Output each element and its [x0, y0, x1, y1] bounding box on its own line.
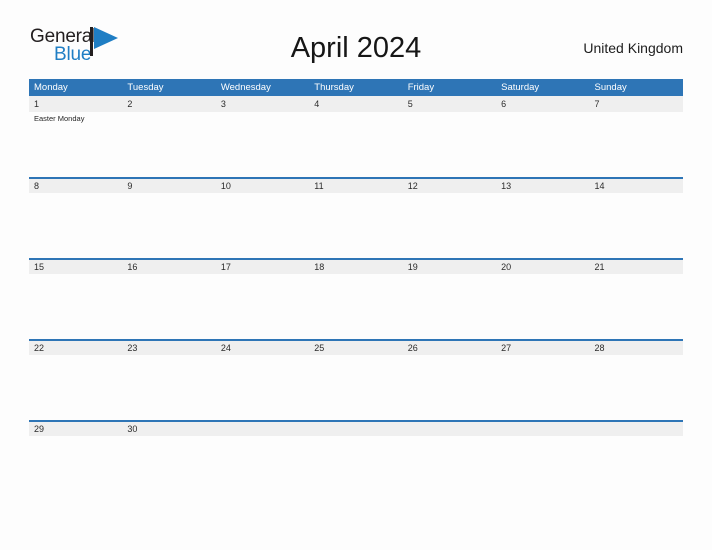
day-number[interactable]: 28	[590, 341, 683, 355]
week-date-band: 15 16 17 18 19 20 21	[29, 258, 683, 274]
day-cell[interactable]	[403, 355, 496, 420]
weekday-header-row: Monday Tuesday Wednesday Thursday Friday…	[29, 79, 683, 96]
week-row: 8 9 10 11 12 13 14	[29, 177, 683, 258]
day-cell[interactable]	[403, 436, 496, 501]
day-cell[interactable]	[29, 355, 122, 420]
day-cell[interactable]	[309, 193, 402, 258]
day-number[interactable]: 17	[216, 260, 309, 274]
day-cell[interactable]	[403, 274, 496, 339]
day-cell[interactable]	[216, 274, 309, 339]
day-number[interactable]: 29	[29, 422, 122, 436]
week-events-band	[29, 355, 683, 420]
day-cell[interactable]	[29, 193, 122, 258]
week-row: 29 30	[29, 420, 683, 501]
day-cell[interactable]	[29, 274, 122, 339]
day-cell[interactable]	[122, 436, 215, 501]
week-events-band	[29, 274, 683, 339]
weekday-header-thursday: Thursday	[314, 82, 354, 93]
day-number[interactable]: 9	[122, 179, 215, 193]
day-number[interactable]: 14	[590, 179, 683, 193]
weekday-header-friday: Friday	[407, 82, 435, 93]
day-cell[interactable]	[590, 193, 683, 258]
day-cell[interactable]	[216, 436, 309, 501]
week-events-band	[29, 193, 683, 258]
day-number[interactable]: 4	[309, 96, 402, 112]
weekday-header-wednesday: Wednesday	[220, 82, 271, 93]
day-cell[interactable]	[122, 274, 215, 339]
day-cell[interactable]	[590, 112, 683, 177]
day-number[interactable]	[496, 422, 589, 436]
day-cell[interactable]	[309, 355, 402, 420]
week-date-band: 1 2 3 4 5 6 7	[29, 96, 683, 112]
weekday-header-sunday: Sunday	[594, 82, 627, 93]
day-number[interactable]	[216, 422, 309, 436]
day-number[interactable]: 24	[216, 341, 309, 355]
week-date-band: 22 23 24 25 26 27 28	[29, 339, 683, 355]
day-number[interactable]	[403, 422, 496, 436]
day-cell[interactable]	[309, 274, 402, 339]
day-number[interactable]: 30	[122, 422, 215, 436]
calendar-page: General Blue April 2024 United Kingdom M…	[0, 0, 712, 550]
day-number[interactable]: 11	[309, 179, 402, 193]
day-number[interactable]: 6	[496, 96, 589, 112]
day-number[interactable]: 10	[216, 179, 309, 193]
week-events-band	[29, 436, 683, 501]
week-row: 22 23 24 25 26 27 28	[29, 339, 683, 420]
day-number[interactable]: 13	[496, 179, 589, 193]
event-label: Easter Monday	[34, 114, 85, 123]
region-label: United Kingdom	[583, 40, 683, 56]
day-number[interactable]: 1	[29, 96, 122, 112]
week-date-band: 29 30	[29, 420, 683, 436]
day-cell[interactable]	[496, 112, 589, 177]
day-number[interactable]: 27	[496, 341, 589, 355]
day-number[interactable]: 3	[216, 96, 309, 112]
day-number[interactable]: 16	[122, 260, 215, 274]
day-number[interactable]: 5	[403, 96, 496, 112]
page-header: General Blue April 2024 United Kingdom	[29, 26, 683, 74]
day-number[interactable]: 8	[29, 179, 122, 193]
week-events-band: Easter Monday	[29, 112, 683, 177]
day-cell[interactable]	[496, 274, 589, 339]
day-cell[interactable]	[590, 355, 683, 420]
day-cell[interactable]	[122, 193, 215, 258]
day-cell[interactable]: Easter Monday	[29, 112, 122, 177]
day-cell[interactable]	[216, 355, 309, 420]
day-number[interactable]: 19	[403, 260, 496, 274]
calendar-grid: Monday Tuesday Wednesday Thursday Friday…	[29, 79, 683, 501]
day-number[interactable]: 26	[403, 341, 496, 355]
day-number[interactable]: 22	[29, 341, 122, 355]
day-cell[interactable]	[403, 193, 496, 258]
day-cell[interactable]	[496, 355, 589, 420]
day-cell[interactable]	[122, 355, 215, 420]
day-number[interactable]: 18	[309, 260, 402, 274]
day-cell[interactable]	[309, 112, 402, 177]
weekday-header-saturday: Saturday	[501, 82, 540, 93]
weekday-header-monday: Monday	[34, 82, 68, 93]
week-date-band: 8 9 10 11 12 13 14	[29, 177, 683, 193]
day-cell[interactable]	[496, 193, 589, 258]
day-cell[interactable]	[216, 112, 309, 177]
day-number[interactable]	[590, 422, 683, 436]
week-row: 15 16 17 18 19 20 21	[29, 258, 683, 339]
day-cell[interactable]	[29, 436, 122, 501]
day-cell[interactable]	[403, 112, 496, 177]
day-cell[interactable]	[496, 436, 589, 501]
day-number[interactable]: 12	[403, 179, 496, 193]
day-cell[interactable]	[122, 112, 215, 177]
day-cell[interactable]	[216, 193, 309, 258]
day-cell[interactable]	[309, 436, 402, 501]
day-number[interactable]: 23	[122, 341, 215, 355]
day-number[interactable]: 20	[496, 260, 589, 274]
day-number[interactable]	[309, 422, 402, 436]
day-cell[interactable]	[590, 436, 683, 501]
day-number[interactable]: 15	[29, 260, 122, 274]
day-number[interactable]: 2	[122, 96, 215, 112]
day-number[interactable]: 7	[590, 96, 683, 112]
day-number[interactable]: 21	[590, 260, 683, 274]
day-number[interactable]: 25	[309, 341, 402, 355]
day-cell[interactable]	[590, 274, 683, 339]
weekday-header-tuesday: Tuesday	[127, 82, 164, 93]
week-row: 1 2 3 4 5 6 7 Easter Monday	[29, 96, 683, 177]
